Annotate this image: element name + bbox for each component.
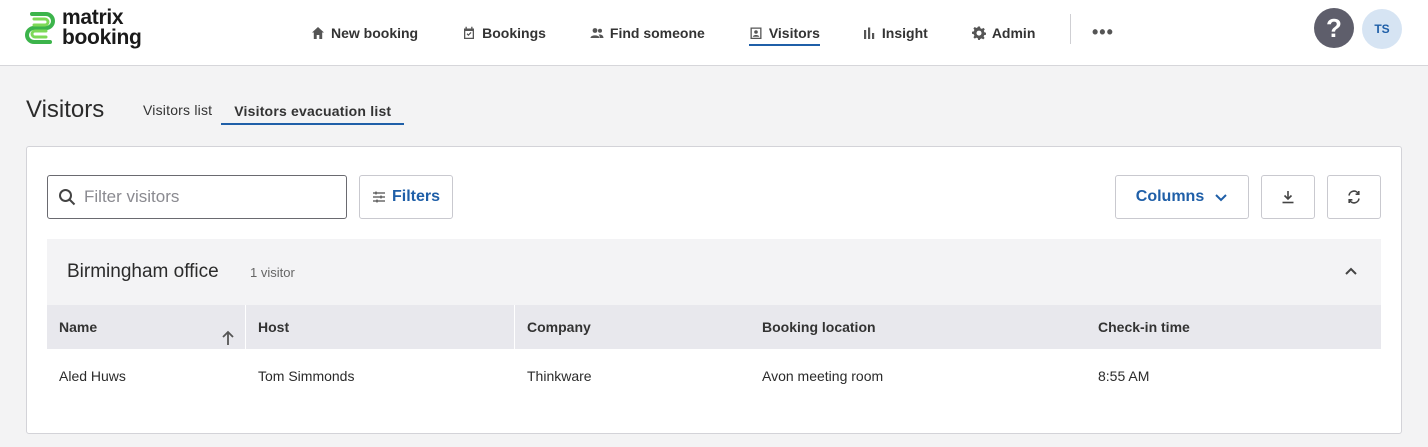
top-navigation-bar: matrix booking New booking Bookings Find… [0,0,1428,66]
column-header-check-in-time: Check-in time [1098,319,1190,335]
nav-label: Insight [881,25,928,41]
help-button[interactable]: ? [1314,8,1354,48]
cell-check-in-time: 8:55 AM [1098,368,1150,384]
page-tabs: Visitors list Visitors evacuation list [136,96,420,125]
nav-item-find-someone[interactable]: Find someone [590,0,705,66]
sort-ascending-icon [221,319,235,345]
sliders-icon [372,191,385,203]
bar-chart-icon [863,27,875,39]
brand-line-2: booking [62,26,142,49]
tab-visitors-list[interactable]: Visitors list [136,96,219,125]
refresh-button[interactable] [1327,175,1381,219]
download-button[interactable] [1261,175,1315,219]
app-logo[interactable]: matrix booking [24,6,142,49]
chevron-up-icon [1345,267,1357,275]
matrix-booking-logo-icon [25,12,55,44]
page-title: Visitors [26,96,105,123]
cell-booking-location: Avon meeting room [762,368,884,384]
table-header: Name Host Company Booking location Check… [47,305,1381,349]
nav-item-visitors[interactable]: Visitors [748,0,821,66]
user-avatar[interactable]: TS [1362,9,1402,49]
search-input[interactable] [84,187,334,207]
cell-name: Aled Huws [59,368,126,384]
nav-divider [1070,14,1071,44]
search-box[interactable] [47,175,347,219]
nav-label: Visitors [768,25,820,41]
brand-name: matrix booking [62,6,142,49]
collapse-group-button[interactable] [1343,263,1359,279]
filters-button[interactable]: Filters [359,175,453,219]
nav-label: Find someone [609,25,705,41]
nav-label: New booking [331,25,419,41]
evacuation-list-card: Filters Columns Birmingham office 1 visi… [26,146,1402,434]
group-visitor-count: 1 visitor [250,265,295,280]
home-icon [312,27,324,39]
download-icon [1282,191,1294,204]
brand-line-1: matrix [62,6,124,29]
columns-label: Columns [1135,188,1205,205]
gear-icon [971,26,986,40]
nav-item-insight[interactable]: Insight [862,0,928,66]
calendar-check-icon [464,26,475,39]
nav-item-bookings[interactable]: Bookings [462,0,546,66]
column-header-company: Company [527,319,591,335]
search-icon [59,189,76,206]
nav-label: Bookings [482,25,546,41]
tab-visitors-evacuation-list[interactable]: Visitors evacuation list [221,96,405,125]
columns-button[interactable]: Columns [1115,175,1249,219]
nav-item-admin[interactable]: Admin [971,0,1036,66]
main-nav: New booking Bookings Find someone Visito… [300,0,1035,66]
column-header-host: Host [246,305,515,349]
group-title: Birmingham office [67,261,219,282]
filters-label: Filters [391,188,440,205]
column-header-label: Name [59,319,98,335]
cell-host: Tom Simmonds [258,368,355,384]
cell-company: Thinkware [527,368,592,384]
people-icon [590,28,604,38]
chevron-down-icon [1215,194,1227,202]
column-header-name[interactable]: Name [47,305,246,349]
badge-icon [750,27,762,39]
location-group-header: Birmingham office 1 visitor [47,239,1381,305]
table-row[interactable]: Aled Huws Tom Simmonds Thinkware Avon me… [47,349,1381,403]
column-header-booking-location: Booking location [762,319,876,335]
nav-item-new-booking[interactable]: New booking [311,0,418,66]
more-menu-button[interactable]: ••• [1092,22,1114,43]
nav-label: Admin [991,25,1036,41]
refresh-icon [1348,190,1360,204]
